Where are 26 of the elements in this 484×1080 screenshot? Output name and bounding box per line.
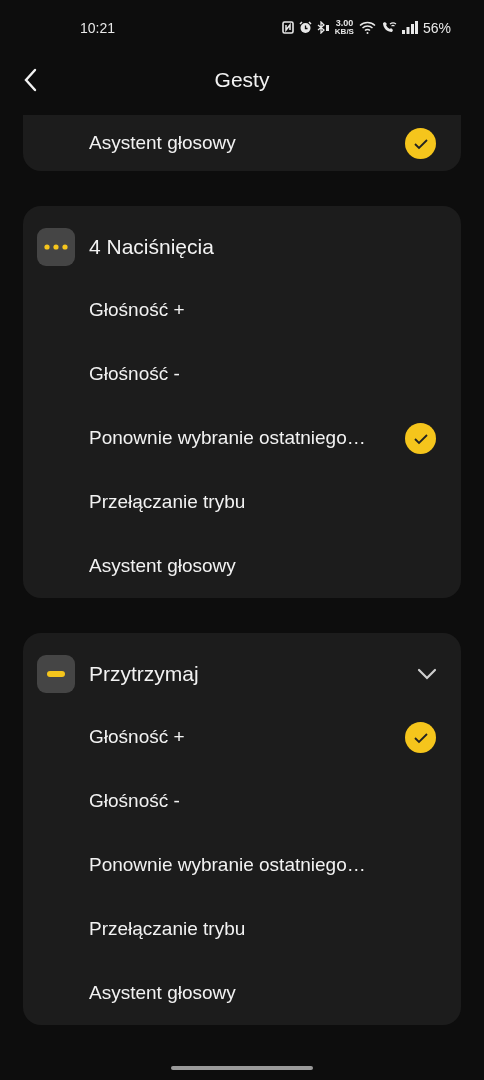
option-label[interactable]: Asystent głosowy	[89, 555, 436, 577]
wifi-calling-icon	[380, 21, 397, 34]
option-label[interactable]: Ponownie wybranie ostatniego…	[89, 427, 405, 449]
option-label[interactable]: Głośność +	[89, 726, 405, 748]
alarm-icon	[298, 21, 312, 34]
network-speed: 3.00 KB/S	[334, 19, 354, 36]
dash-icon	[47, 671, 65, 677]
dots-icon	[44, 244, 68, 250]
option-label[interactable]: Ponownie wybranie ostatniego…	[89, 854, 436, 876]
section-title: 4 Naciśnięcia	[89, 235, 215, 259]
page-title: Gesty	[214, 68, 270, 92]
option-label[interactable]: Asystent głosowy	[89, 132, 405, 154]
nfc-icon	[281, 21, 294, 34]
option-label[interactable]: Przełączanie trybu	[89, 918, 436, 940]
wifi-icon	[358, 21, 376, 34]
chevron-down-icon[interactable]	[417, 668, 437, 680]
option-label[interactable]: Głośność -	[89, 790, 436, 812]
bluetooth-icon	[316, 21, 330, 34]
option-label[interactable]: Głośność +	[89, 299, 436, 321]
option-label[interactable]: Przełączanie trybu	[89, 491, 436, 513]
section-title: Przytrzymaj	[89, 662, 200, 686]
battery-level: 56%	[422, 19, 451, 36]
clock-time: 10:21	[80, 19, 117, 36]
option-label[interactable]: Głośność -	[89, 363, 436, 385]
option-label[interactable]: Asystent głosowy	[89, 982, 436, 1004]
signal-icon	[401, 21, 418, 34]
